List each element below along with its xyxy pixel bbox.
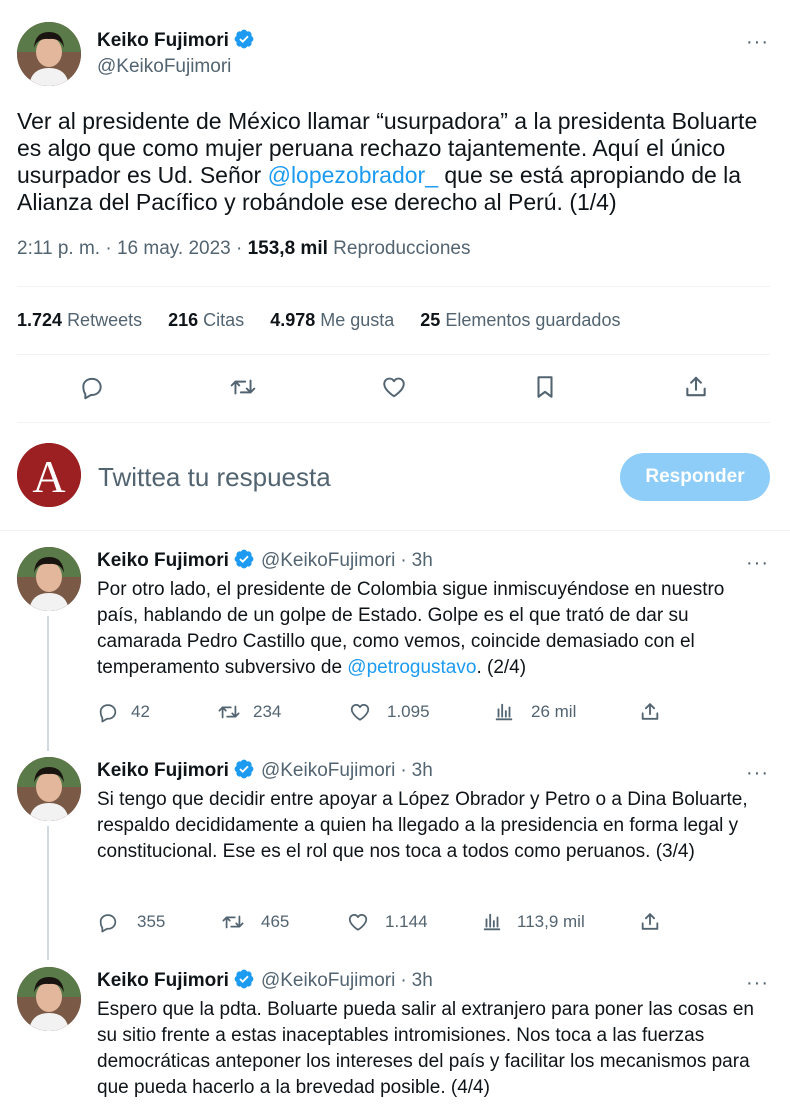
tweet-text: Espero que la pdta. Boluarte pueda salir… bbox=[97, 999, 754, 1098]
tweet-time[interactable]: 3h bbox=[412, 760, 433, 782]
share-action[interactable] bbox=[639, 910, 661, 933]
retweet-action[interactable]: 465 bbox=[221, 911, 289, 933]
like-action[interactable]: 1.095 bbox=[349, 701, 430, 723]
reply-count: 355 bbox=[137, 912, 166, 931]
tweet-text: Si tengo que decidir entre apoyar a Lópe… bbox=[97, 789, 748, 862]
likes-stat[interactable]: 4.978 Me gusta bbox=[270, 310, 394, 331]
thread-line bbox=[47, 616, 49, 751]
tweet-date[interactable]: 16 may. 2023 bbox=[117, 238, 231, 259]
more-icon[interactable]: ··· bbox=[746, 763, 769, 783]
author-avatar[interactable] bbox=[17, 547, 81, 611]
share-icon bbox=[641, 703, 659, 720]
verified-badge-icon bbox=[233, 548, 255, 575]
reply-input[interactable]: Twittea tu respuesta bbox=[98, 462, 598, 493]
verified-badge-icon bbox=[233, 758, 255, 785]
more-icon[interactable]: ··· bbox=[746, 32, 769, 52]
retweet-icon bbox=[222, 915, 244, 929]
views-count: 113,9 mil bbox=[517, 912, 585, 931]
stats-row: 1.724 Retweets 216 Citas 4.978 Me gusta … bbox=[17, 310, 620, 331]
author-name[interactable]: Keiko Fujimori bbox=[97, 30, 229, 52]
user-avatar-letter: A bbox=[32, 451, 65, 502]
more-icon[interactable]: ··· bbox=[746, 553, 769, 573]
bookmarks-stat[interactable]: 25 Elementos guardados bbox=[420, 310, 620, 331]
reply-count: 42 bbox=[131, 702, 150, 721]
mention-link[interactable]: @lopezobrador_ bbox=[268, 162, 438, 188]
tweet-time[interactable]: 3h bbox=[412, 550, 433, 572]
views-label: Reproducciones bbox=[333, 238, 471, 259]
bookmark-icon[interactable] bbox=[533, 374, 557, 400]
views-action[interactable]: 26 mil bbox=[493, 701, 576, 723]
tweet-text: Ver al presidente de México llamar “usur… bbox=[17, 108, 758, 215]
verified-badge-icon bbox=[233, 28, 255, 55]
like-count: 1.144 bbox=[385, 912, 428, 931]
retweet-count: 234 bbox=[253, 702, 282, 721]
quotes-stat[interactable]: 216 Citas bbox=[168, 310, 244, 331]
tweet-time[interactable]: 3h bbox=[412, 970, 433, 992]
tweet-meta: 2:11 p. m. · 16 may. 2023 · 153,8 mil Re… bbox=[17, 238, 471, 259]
tweet-text: Por otro lado, el presidente de Colombia… bbox=[97, 579, 725, 678]
retweet-icon[interactable] bbox=[229, 374, 257, 400]
more-icon[interactable]: ··· bbox=[746, 973, 769, 993]
author-name[interactable]: Keiko Fujimori bbox=[97, 760, 229, 782]
action-bar: 42 234 1.095 26 mil bbox=[97, 701, 677, 727]
author-avatar[interactable] bbox=[17, 967, 81, 1031]
heart-icon bbox=[348, 913, 368, 931]
retweet-icon bbox=[218, 705, 240, 719]
share-action[interactable] bbox=[639, 700, 661, 723]
action-bar: 355 465 1.144 113,9 mil bbox=[97, 911, 677, 937]
like-action[interactable]: 1.144 bbox=[347, 911, 428, 933]
separator-dot: · bbox=[400, 760, 407, 781]
tweet-time[interactable]: 2:11 p. m. bbox=[17, 238, 100, 259]
tweet-header: Keiko Fujimori @KeikoFujimori · 3h bbox=[97, 968, 433, 994]
author-handle[interactable]: @KeikoFujimori bbox=[261, 550, 395, 572]
views-action[interactable]: 113,9 mil bbox=[481, 911, 585, 933]
share-icon bbox=[641, 913, 659, 930]
author-name[interactable]: Keiko Fujimori bbox=[97, 550, 229, 572]
retweets-stat[interactable]: 1.724 Retweets bbox=[17, 310, 142, 331]
share-icon[interactable] bbox=[683, 373, 709, 400]
views-count: 26 mil bbox=[531, 702, 577, 721]
author-avatar[interactable] bbox=[17, 22, 81, 86]
user-avatar[interactable]: A bbox=[17, 443, 81, 507]
reply-action[interactable]: 355 bbox=[97, 911, 165, 933]
thread-line bbox=[47, 826, 49, 960]
reply-action[interactable]: 42 bbox=[97, 701, 150, 723]
heart-icon bbox=[350, 703, 370, 721]
tweet-header: Keiko Fujimori @KeikoFujimori · 3h bbox=[97, 758, 433, 784]
author-name[interactable]: Keiko Fujimori bbox=[97, 970, 229, 992]
tweet-header: Keiko Fujimori @KeikoFujimori · 3h bbox=[97, 548, 433, 574]
analytics-icon bbox=[483, 913, 501, 931]
separator-dot: · bbox=[400, 550, 407, 571]
reply-icon bbox=[99, 704, 117, 723]
author-handle[interactable]: @KeikoFujimori bbox=[261, 970, 395, 992]
retweet-count: 465 bbox=[261, 912, 290, 931]
heart-icon[interactable] bbox=[381, 374, 407, 400]
separator-dot: · bbox=[400, 970, 407, 991]
verified-badge-icon bbox=[233, 968, 255, 995]
analytics-icon bbox=[495, 703, 513, 721]
reply-icon[interactable] bbox=[79, 374, 105, 400]
retweet-action[interactable]: 234 bbox=[217, 701, 281, 723]
views-count: 153,8 mil bbox=[247, 238, 328, 259]
author-avatar[interactable] bbox=[17, 757, 81, 821]
mention-link[interactable]: @petrogustavo bbox=[347, 657, 476, 678]
author-handle[interactable]: @KeikoFujimori bbox=[261, 760, 395, 782]
like-count: 1.095 bbox=[387, 702, 430, 721]
reply-icon bbox=[99, 914, 117, 933]
reply-button[interactable]: Responder bbox=[620, 453, 770, 501]
author-handle[interactable]: @KeikoFujimori bbox=[97, 56, 231, 78]
